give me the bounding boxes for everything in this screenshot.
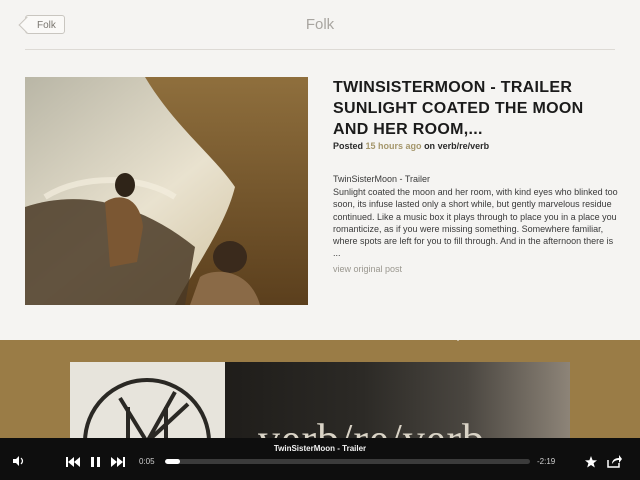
star-icon[interactable] [585, 456, 597, 471]
pointer-caret [451, 334, 465, 341]
posted-label: Posted [333, 141, 364, 151]
track-title: TwinSisterMoon - Trailer [273, 444, 367, 453]
volume-icon[interactable] [13, 456, 25, 469]
source-link[interactable]: verb/re/verb [438, 141, 490, 151]
article-headline[interactable]: TWINSISTERMOON - TRAILER SUNLIGHT COATED… [333, 77, 623, 140]
header-divider [25, 49, 615, 50]
article-photo[interactable] [25, 77, 308, 305]
elapsed-time: 0:05 [139, 457, 155, 466]
previous-icon[interactable] [66, 457, 80, 470]
share-icon[interactable] [607, 455, 622, 471]
next-icon[interactable] [111, 457, 125, 470]
progress-track[interactable] [165, 459, 530, 464]
body-title: TwinSisterMoon - Trailer [333, 174, 431, 184]
pause-icon[interactable] [91, 457, 100, 470]
article-area: Folk Folk TWINSISTERMOON - TRAILER SUNLI… [0, 0, 640, 340]
page-title: Folk [305, 16, 335, 33]
progress-fill [165, 459, 180, 464]
view-original-link[interactable]: view original post [333, 264, 402, 274]
body-text: Sunlight coated the moon and her room, w… [333, 187, 618, 259]
on-label: on [424, 141, 436, 151]
remaining-time: -2:19 [537, 457, 556, 466]
audio-player: TwinSisterMoon - Trailer 0:05 -2:19 [0, 438, 640, 480]
posted-time: 15 hours ago [365, 141, 422, 151]
byline: Posted 15 hours ago on verb/re/verb [333, 141, 489, 151]
